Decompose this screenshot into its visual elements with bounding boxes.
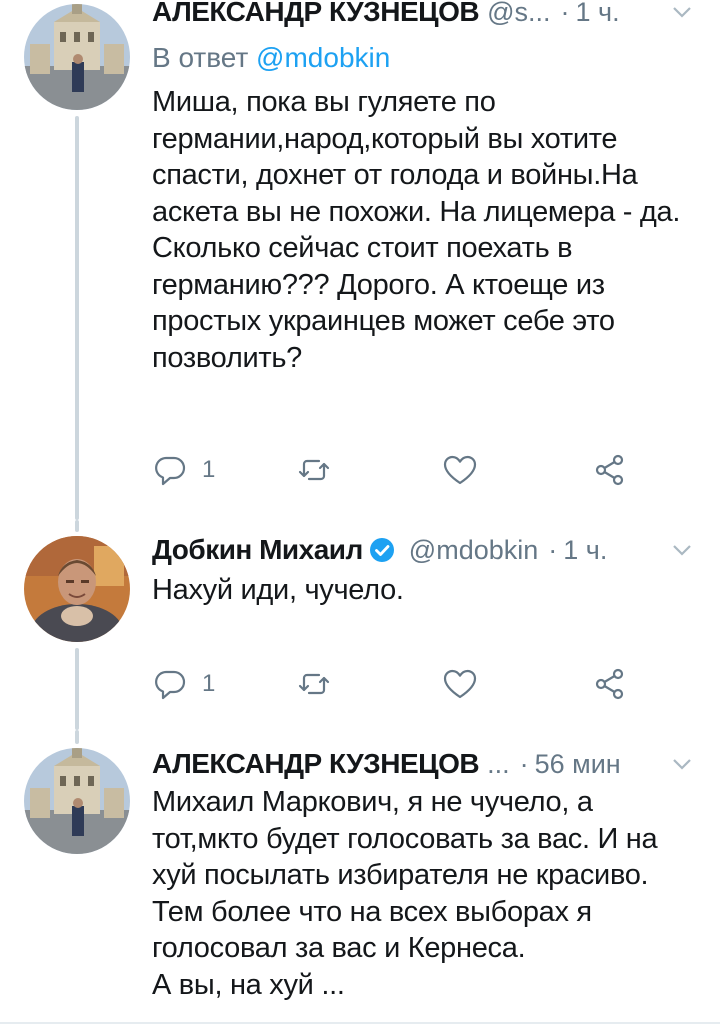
tweet-text: Михаил Маркович, я не чучело, а тот,мкто… (152, 784, 698, 1003)
reply-count: 1 (202, 456, 216, 483)
timestamp[interactable]: 1 ч. (563, 535, 607, 566)
timestamp[interactable]: 56 мин (535, 749, 621, 780)
share-button[interactable] (592, 448, 628, 492)
retweet-icon (298, 459, 330, 481)
bottom-divider (0, 1022, 720, 1024)
reply-icon (155, 670, 186, 700)
reply-button[interactable]: 1 (152, 448, 215, 492)
chevron-down-icon[interactable] (668, 0, 696, 26)
like-button[interactable] (442, 662, 478, 706)
tweet-actions: 1 (152, 448, 652, 492)
chevron-down-icon[interactable] (668, 750, 696, 778)
author-handle[interactable]: @mdobkin (409, 535, 538, 566)
share-icon (595, 668, 624, 700)
thread-line (75, 116, 79, 520)
retweet-button[interactable] (296, 448, 332, 492)
tweet-paragraph: Нахуй иди, чучело. (152, 574, 404, 606)
avatar-dobkin[interactable] (24, 536, 130, 642)
share-icon (595, 454, 624, 486)
tweet-text: Нахуй иди, чучело. (152, 572, 690, 609)
reply-to: В ответ @mdobkin (152, 42, 390, 74)
retweet-button[interactable] (296, 662, 332, 706)
reply-prefix: В ответ (152, 42, 249, 73)
tweet-paragraph: Михаил Маркович, я не чучело, а тот,мкто… (152, 786, 658, 891)
heart-icon (443, 669, 477, 699)
retweet-icon (298, 673, 330, 695)
timestamp[interactable]: 1 ч. (576, 0, 620, 28)
author-name[interactable]: Добкин Михаил (152, 534, 363, 566)
tweet-3[interactable]: АЛЕКСАНДР КУЗНЕЦОВ ... · 56 мин Михаил М… (0, 730, 720, 1030)
tweet-header: Добкин Михаил @mdobkin · 1 ч. (152, 528, 700, 572)
tweet-actions: 1 (152, 662, 652, 706)
avatar-kuznetsov-2[interactable] (24, 748, 130, 854)
separator-dot: · (519, 748, 529, 779)
tweet-1[interactable]: АЛЕКСАНДР КУЗНЕЦОВ @s... · 1 ч. В ответ … (0, 0, 720, 520)
author-name[interactable]: АЛЕКСАНДР КУЗНЕЦОВ (152, 0, 480, 28)
author-handle[interactable]: @s... (487, 0, 550, 28)
heart-icon (443, 455, 477, 485)
tweet-paragraph: Миша, пока вы гуляете по германии,народ,… (152, 86, 681, 228)
tweet-header: АЛЕКСАНДР КУЗНЕЦОВ ... · 56 мин (152, 742, 700, 786)
verified-badge-icon (369, 538, 394, 562)
tweet-text: Миша, пока вы гуляете по германии,народ,… (152, 84, 690, 376)
thread-line (75, 730, 79, 744)
separator-dot: · (548, 534, 558, 565)
tweet-paragraph: Сколько сейчас стоит поехать в германию?… (152, 232, 615, 374)
reply-handle-link[interactable]: @mdobkin (256, 42, 390, 73)
like-button[interactable] (442, 448, 478, 492)
avatar-kuznetsov-1[interactable] (24, 4, 130, 110)
tweet-2[interactable]: Добкин Михаил @mdobkin · 1 ч. Нахуй иди,… (0, 520, 720, 730)
share-button[interactable] (592, 662, 628, 706)
reply-button[interactable]: 1 (152, 662, 215, 706)
chevron-down-icon[interactable] (668, 536, 696, 564)
reply-icon (155, 456, 186, 486)
thread-line (75, 648, 79, 730)
tweet-paragraph: Тем более что на всех выборах я голосова… (152, 895, 592, 965)
tweet-paragraph: А вы, на хуй ... (152, 968, 345, 1001)
thread-line (75, 520, 79, 532)
tweet-header: АЛЕКСАНДР КУЗНЕЦОВ @s... · 1 ч. (152, 0, 700, 34)
author-handle[interactable]: ... (487, 749, 510, 780)
separator-dot: · (560, 0, 570, 27)
reply-count: 1 (202, 670, 216, 697)
author-name[interactable]: АЛЕКСАНДР КУЗНЕЦОВ (152, 748, 480, 780)
